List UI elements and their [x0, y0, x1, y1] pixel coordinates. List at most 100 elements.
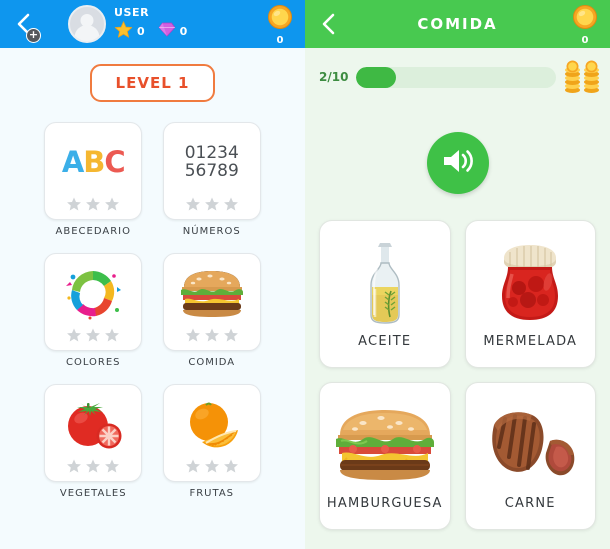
oil-bottle-icon	[324, 231, 446, 334]
category-cell-comida: COMIDA	[153, 253, 272, 368]
progress-bar	[356, 66, 556, 88]
category-tile-vegetales[interactable]	[44, 384, 143, 482]
star-empty-icon	[204, 328, 219, 342]
category-label: COLORES	[65, 357, 121, 368]
user-info: USER 0 0	[114, 6, 187, 43]
category-tile-abecedario[interactable]: ABC	[44, 122, 143, 220]
avatar-body-icon	[74, 25, 100, 41]
letter-b: B	[83, 145, 105, 179]
answer-card-carne[interactable]: CARNE	[464, 382, 596, 530]
coin-icon	[267, 4, 293, 34]
star-empty-icon	[67, 328, 82, 342]
coin-counter-right[interactable]: 0	[572, 4, 598, 46]
answer-card-mermelada[interactable]: MERMELADA	[464, 220, 596, 368]
category-grid: ABC ABECEDARIO 01234 56789 NÚMEROS COLOR…	[0, 122, 305, 499]
right-header: COMIDA 0	[305, 0, 610, 48]
play-sound-button[interactable]	[426, 132, 489, 194]
star-empty-icon	[86, 328, 101, 342]
star-rating	[185, 196, 239, 212]
user-stats: 0 0	[114, 20, 187, 43]
letter-c: C	[104, 145, 125, 179]
star-empty-icon	[204, 197, 219, 211]
category-tile-frutas[interactable]	[162, 384, 261, 482]
star-rating	[185, 458, 239, 474]
answer-label: CARNE	[504, 496, 556, 511]
star-empty-icon	[105, 197, 120, 211]
category-label: ABECEDARIO	[55, 226, 131, 237]
profile-block[interactable]: + USER 0 0	[26, 5, 187, 43]
coin-stack-icon	[564, 60, 602, 94]
diamond-count: 0	[179, 24, 188, 38]
star-empty-icon	[67, 459, 82, 473]
user-name: USER	[114, 5, 150, 19]
left-header: + USER 0 0 0	[0, 0, 305, 48]
category-screen: + USER 0 0 0 LEVEL 1 ABC ABECEDARIO 0123…	[0, 0, 305, 549]
answer-label: MERMELADA	[483, 334, 578, 349]
digits-line-1: 01234	[184, 142, 239, 163]
letter-a: A	[61, 145, 84, 179]
category-tile-colores[interactable]	[44, 253, 143, 351]
star-empty-icon	[67, 197, 82, 211]
level-badge[interactable]: LEVEL 1	[89, 64, 216, 102]
quiz-screen: COMIDA 0 2/10 ACEITE MERMELADA HAMBURGUE…	[305, 0, 610, 549]
progress-label: 2/10	[319, 70, 349, 84]
coin-counter-left[interactable]: 0	[267, 4, 293, 46]
progress-row: 2/10	[305, 48, 610, 104]
star-empty-icon	[86, 459, 101, 473]
star-rating	[185, 327, 239, 343]
hamburger-icon	[324, 393, 446, 496]
star-empty-icon	[223, 197, 238, 211]
star-rating	[66, 196, 120, 212]
progress-fill	[356, 66, 397, 88]
level-badge-wrap: LEVEL 1	[0, 64, 305, 102]
answer-card-aceite[interactable]: ACEITE	[319, 220, 451, 368]
star-icon	[114, 20, 133, 43]
category-cell-colores: COLORES	[34, 253, 153, 368]
star-rating	[66, 458, 120, 474]
category-tile-numeros[interactable]: 01234 56789	[162, 122, 261, 220]
category-label: NÚMEROS	[182, 226, 241, 237]
star-empty-icon	[223, 328, 238, 342]
star-empty-icon	[105, 328, 120, 342]
category-label: COMIDA	[188, 357, 236, 368]
star-empty-icon	[185, 197, 200, 211]
category-cell-frutas: FRUTAS	[153, 384, 272, 499]
star-empty-icon	[204, 459, 219, 473]
answer-grid: ACEITE MERMELADA HAMBURGUESA CARNE	[305, 220, 610, 530]
speaker-icon	[440, 145, 476, 181]
digits-icon: 01234 56789	[164, 129, 260, 196]
paint-splash-ring-icon	[45, 260, 141, 327]
category-label: VEGETALES	[59, 488, 127, 499]
digits-line-2: 56789	[184, 160, 239, 181]
avatar[interactable]	[68, 5, 106, 43]
star-empty-icon	[105, 459, 120, 473]
add-avatar-icon[interactable]: +	[26, 28, 41, 43]
star-stat: 0	[114, 20, 145, 43]
answer-label: HAMBURGUESA	[326, 496, 443, 511]
diamond-stat: 0	[158, 20, 188, 42]
app-root: + USER 0 0 0 LEVEL 1 ABC ABECEDARIO 0123…	[0, 0, 610, 549]
star-empty-icon	[86, 197, 101, 211]
page-title: COMIDA	[417, 15, 498, 33]
star-rating	[66, 327, 120, 343]
star-empty-icon	[185, 328, 200, 342]
star-empty-icon	[223, 459, 238, 473]
category-tile-comida[interactable]	[162, 253, 261, 351]
coin-icon	[572, 4, 598, 34]
answer-card-hamburguesa[interactable]: HAMBURGUESA	[319, 382, 451, 530]
category-label: FRUTAS	[189, 488, 235, 499]
diamond-icon	[158, 20, 176, 42]
orange-icon	[164, 391, 260, 458]
coin-count: 0	[276, 35, 284, 46]
category-cell-numeros: 01234 56789 NÚMEROS	[153, 122, 272, 237]
abc-letters-icon: ABC	[45, 129, 141, 196]
speaker-wrap	[305, 132, 610, 194]
category-cell-vegetales: VEGETALES	[34, 384, 153, 499]
answer-label: ACEITE	[358, 334, 412, 349]
star-empty-icon	[185, 459, 200, 473]
jam-jar-icon	[470, 231, 592, 334]
hamburger-icon	[164, 260, 260, 327]
star-count: 0	[137, 24, 145, 38]
tomato-icon	[45, 391, 141, 458]
category-cell-abecedario: ABC ABECEDARIO	[34, 122, 153, 237]
